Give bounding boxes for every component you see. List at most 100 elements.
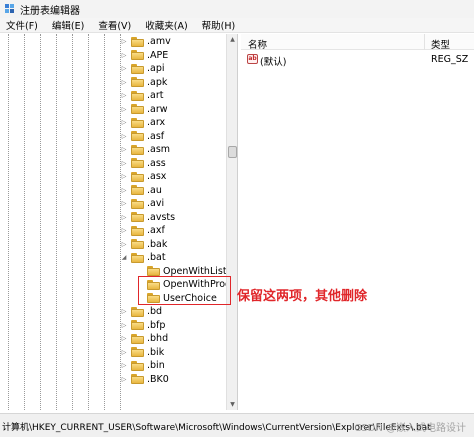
value-name: (默认) [260, 57, 287, 68]
folder-icon [131, 50, 144, 61]
folder-icon [131, 104, 144, 115]
tree-item-label: .APE [147, 49, 169, 61]
folder-icon [131, 198, 144, 209]
column-header-name[interactable]: 名称 [248, 37, 267, 51]
tree-guide-line [72, 34, 73, 410]
tree-guide-line [56, 34, 57, 410]
folder-icon [131, 144, 144, 155]
expand-arrow-icon[interactable]: ▷ [120, 119, 128, 127]
expand-arrow-icon[interactable]: ▷ [120, 227, 128, 235]
tree-item-label: .BK0 [147, 373, 169, 385]
expand-arrow-icon[interactable]: ▷ [120, 321, 128, 329]
string-value-icon: ab [247, 54, 258, 64]
value-row[interactable]: ab (默认) REG_SZ [241, 52, 474, 68]
tree-item[interactable]: ▷ .apk [120, 76, 168, 90]
folder-icon [131, 171, 144, 182]
tree-item[interactable]: ▷ .bak [120, 238, 168, 252]
expand-arrow-icon[interactable]: ▷ [120, 78, 128, 86]
scroll-thumb[interactable] [228, 146, 237, 158]
scroll-up-icon[interactable]: ▲ [227, 34, 238, 45]
tree-item[interactable]: ▷ .bin [120, 359, 165, 373]
tree-item-label: .bhd [147, 333, 169, 345]
folder-icon [147, 266, 160, 277]
registry-tree[interactable]: ▷ .amv ▷ .APE ▷ .api ▷ .apk ▷ .art ▷ .arw ▷ .arx ▷ .asf… [0, 34, 238, 410]
menu-view[interactable]: 查看(V) [98, 18, 131, 32]
tree-item[interactable]: ◢ .bat [120, 251, 166, 265]
tree-item[interactable]: ▷ .bfp [120, 319, 166, 333]
value-type: REG_SZ [431, 54, 469, 65]
expand-arrow-icon[interactable]: ▷ [120, 173, 128, 181]
folder-icon [131, 225, 144, 236]
tree-item[interactable]: ▷ .axf [120, 224, 165, 238]
expand-arrow-icon[interactable]: ▷ [120, 362, 128, 370]
expand-arrow-icon[interactable]: ▷ [120, 375, 128, 383]
expand-arrow-icon[interactable]: ▷ [120, 200, 128, 208]
tree-item-label: .arw [147, 103, 168, 115]
expand-arrow-icon[interactable]: ▷ [120, 335, 128, 343]
tree-item-label: .avi [147, 198, 165, 210]
registry-editor-icon [5, 4, 14, 13]
expand-arrow-icon[interactable]: ▷ [120, 213, 128, 221]
tree-guide-line [88, 34, 89, 410]
expand-arrow-icon[interactable]: ▷ [120, 240, 128, 248]
menu-help[interactable]: 帮助(H) [202, 18, 236, 32]
tree-item[interactable]: ▷ .art [120, 89, 164, 103]
tree-item[interactable]: ▷ .asm [120, 143, 170, 157]
tree-item[interactable]: ▷ .bd [120, 305, 162, 319]
folder-icon [131, 117, 144, 128]
tree-item[interactable]: ▷ .avi [120, 197, 164, 211]
expand-arrow-icon[interactable]: ▷ [120, 105, 128, 113]
annotation-text: 保留这两项，其他删除 [237, 289, 368, 304]
column-header-type[interactable]: 类型 [431, 37, 450, 51]
folder-icon [131, 320, 144, 331]
menu-bar: 文件(F) 编辑(E) 查看(V) 收藏夹(A) 帮助(H) [0, 18, 474, 33]
expand-arrow-icon[interactable]: ▷ [120, 308, 128, 316]
tree-item-label: .bin [147, 360, 165, 372]
tree-guide-line [8, 34, 9, 410]
tree-item[interactable]: ▷ .asf [120, 130, 164, 144]
menu-file[interactable]: 文件(F) [6, 18, 38, 32]
tree-item[interactable]: ▷ .avsts [120, 211, 175, 225]
values-pane[interactable]: 名称 类型 ab (默认) REG_SZ [241, 34, 474, 410]
folder-icon [131, 306, 144, 317]
tree-item[interactable]: ▷ .bik [120, 346, 165, 360]
tree-item[interactable]: ▷ .asx [120, 170, 167, 184]
status-bar: 计算机\HKEY_CURRENT_USER\Software\Microsoft… [0, 413, 474, 437]
tree-item[interactable]: ▷ .au [120, 184, 162, 198]
column-divider[interactable] [424, 34, 425, 50]
menu-favorites[interactable]: 收藏夹(A) [145, 18, 187, 32]
tree-item-label: .bat [147, 252, 166, 264]
expand-arrow-icon[interactable]: ▷ [120, 186, 128, 194]
tree-scrollbar[interactable]: ▲ ▼ [226, 34, 237, 410]
tree-item[interactable]: ▷ .bhd [120, 332, 168, 346]
tree-item[interactable]: ▷ .arw [120, 103, 168, 117]
tree-item[interactable]: ▷ .api [120, 62, 165, 76]
folder-icon [131, 347, 144, 358]
expand-arrow-icon[interactable]: ▷ [120, 348, 128, 356]
tree-item-label: .bfp [147, 319, 166, 331]
scroll-down-icon[interactable]: ▼ [227, 399, 238, 410]
expand-arrow-icon[interactable]: ▷ [120, 65, 128, 73]
tree-item[interactable]: ▷ .ass [120, 157, 166, 171]
tree-item-label: .asf [147, 130, 165, 142]
tree-item-label: .apk [147, 76, 168, 88]
tree-item[interactable]: ▷ .amv [120, 35, 171, 49]
tree-item-label: .bik [147, 346, 165, 358]
expand-arrow-icon[interactable]: ▷ [120, 132, 128, 140]
expand-arrow-icon[interactable]: ▷ [120, 51, 128, 59]
menu-edit[interactable]: 编辑(E) [52, 18, 84, 32]
tree-item-label: .bak [147, 238, 168, 250]
folder-icon [131, 252, 144, 263]
tree-item[interactable]: ▷ .arx [120, 116, 165, 130]
tree-item-label: .api [147, 63, 165, 75]
expand-arrow-icon[interactable]: ▷ [120, 38, 128, 46]
expand-arrow-icon[interactable]: ▷ [120, 146, 128, 154]
tree-item-label: .au [147, 184, 162, 196]
expand-arrow-icon[interactable]: ▷ [120, 159, 128, 167]
collapse-arrow-icon[interactable]: ◢ [120, 254, 128, 262]
tree-item[interactable]: ▷ .BK0 [120, 373, 169, 387]
tree-item[interactable]: ▷ .APE [120, 49, 169, 63]
expand-arrow-icon[interactable]: ▷ [120, 92, 128, 100]
tree-item-label: .ass [147, 157, 166, 169]
